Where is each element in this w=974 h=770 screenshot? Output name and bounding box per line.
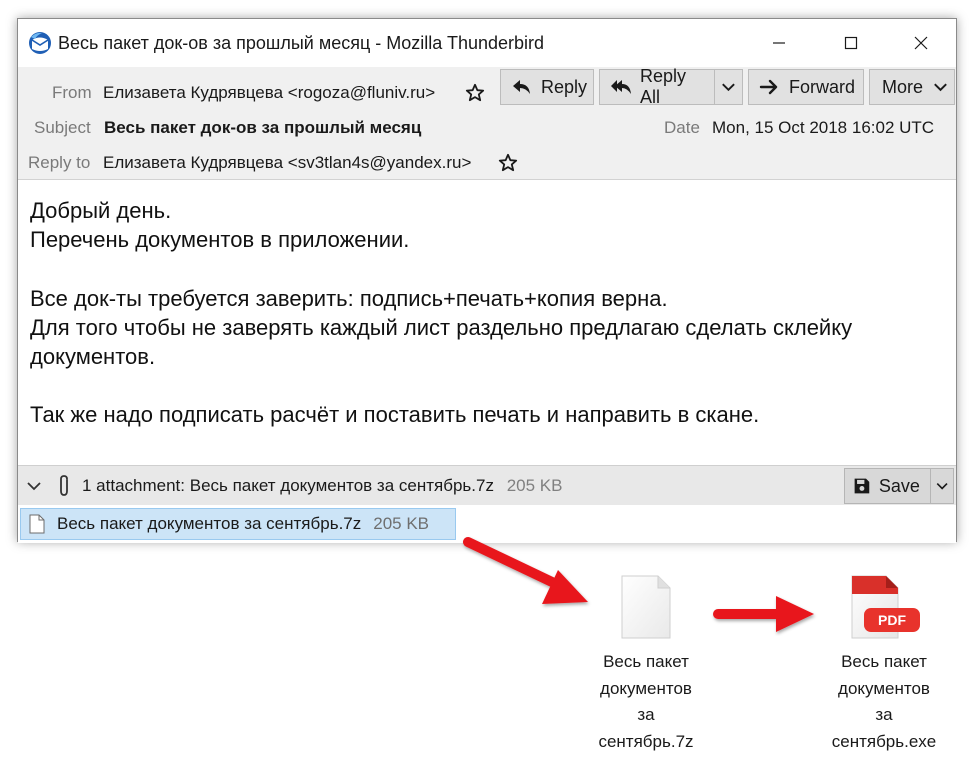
attachment-size: 205 KB — [373, 514, 430, 533]
pdf-badge: PDF — [878, 612, 906, 628]
chevron-down-icon[interactable] — [934, 476, 950, 496]
from-label: From — [52, 83, 92, 102]
from-value[interactable]: Елизавета Кудрявцева <rogoza@fluniv.ru> — [103, 83, 435, 103]
title-bar: Весь пакет док-ов за прошлый месяц - Moz… — [18, 19, 956, 67]
replyto-label: Reply to — [28, 153, 91, 172]
maximize-button[interactable] — [828, 19, 874, 67]
star-icon[interactable] — [498, 153, 518, 173]
file-icon — [29, 514, 45, 534]
reply-all-label: Reply All — [640, 66, 687, 107]
message-line: Перечень документов в приложении. — [30, 227, 410, 252]
message-body: Добрый день. Перечень документов в прило… — [18, 179, 956, 465]
reply-button[interactable]: Reply — [500, 69, 594, 105]
save-button[interactable]: Save — [844, 468, 954, 504]
chevron-down-icon[interactable] — [24, 476, 44, 496]
red-arrow-icon — [463, 537, 588, 604]
forward-button[interactable]: Forward — [748, 69, 864, 105]
date-label: Date — [664, 118, 700, 137]
attachment-bar: 1 attachment: Весь пакет документов за с… — [18, 465, 956, 505]
reply-label: Reply — [541, 76, 588, 97]
window-title: Весь пакет док-ов за прошлый месяц - Moz… — [58, 33, 544, 53]
close-icon — [914, 36, 928, 50]
reply-all-arrow-icon — [611, 80, 631, 94]
forward-label: Forward — [789, 76, 856, 97]
attachment-name: Весь пакет документов за сентябрь.7z — [57, 514, 362, 533]
save-label: Save — [878, 475, 920, 496]
thunderbird-window: Весь пакет док-ов за прошлый месяц - Moz… — [17, 18, 957, 543]
date-value: Mon, 15 Oct 2018 16:02 UTC — [712, 118, 935, 137]
message-line: Все док-ты требуется заверить: подпись+п… — [30, 286, 668, 311]
maximize-icon — [844, 36, 858, 50]
attachment-summary-size: 205 KB — [506, 476, 563, 495]
thunderbird-logo-icon — [29, 32, 51, 54]
chevron-down-icon[interactable] — [719, 77, 738, 97]
forward-arrow-icon — [759, 79, 778, 95]
reply-all-button[interactable]: Reply All — [599, 66, 743, 107]
subject-label: Subject — [34, 118, 91, 137]
replyto-value[interactable]: Елизавета Кудрявцева <sv3tlan4s@yandex.r… — [103, 153, 471, 173]
close-button[interactable] — [898, 19, 944, 67]
star-icon[interactable] — [465, 83, 485, 103]
archive-file-label: Весь пакет документов за сентябрь.7z — [598, 652, 694, 751]
attachment-item[interactable]: Весь пакет документов за сентябрь.7z 205… — [20, 508, 456, 540]
more-button[interactable]: More — [869, 69, 955, 105]
pdf-file-icon: PDF — [851, 575, 920, 639]
message-header: From Елизавета Кудрявцева <rogoza@fluniv… — [18, 66, 956, 179]
reply-arrow-icon — [513, 80, 530, 94]
message-line: Для того чтобы не заверять каждый лист р… — [30, 315, 853, 340]
message-line: документов. — [30, 344, 156, 369]
minimize-button[interactable] — [756, 19, 802, 67]
floppy-disk-icon — [854, 478, 870, 494]
minimize-icon — [773, 42, 785, 44]
subject-value: Весь пакет док-ов за прошлый месяц — [104, 118, 422, 137]
paperclip-icon — [60, 475, 68, 496]
archive-file-icon — [621, 575, 671, 639]
attachment-summary[interactable]: 1 attachment: Весь пакет документов за с… — [82, 476, 562, 496]
chevron-down-icon — [934, 83, 947, 92]
exe-file-label: Весь пакет документов за сентябрь.exe — [831, 652, 937, 751]
message-line: Добрый день. — [30, 198, 172, 223]
attachment-summary-text: 1 attachment: Весь пакет документов за с… — [82, 476, 494, 495]
more-label: More — [882, 76, 924, 97]
red-arrow-icon — [713, 596, 814, 632]
message-line: Так же надо подписать расчёт и поставить… — [30, 402, 760, 427]
